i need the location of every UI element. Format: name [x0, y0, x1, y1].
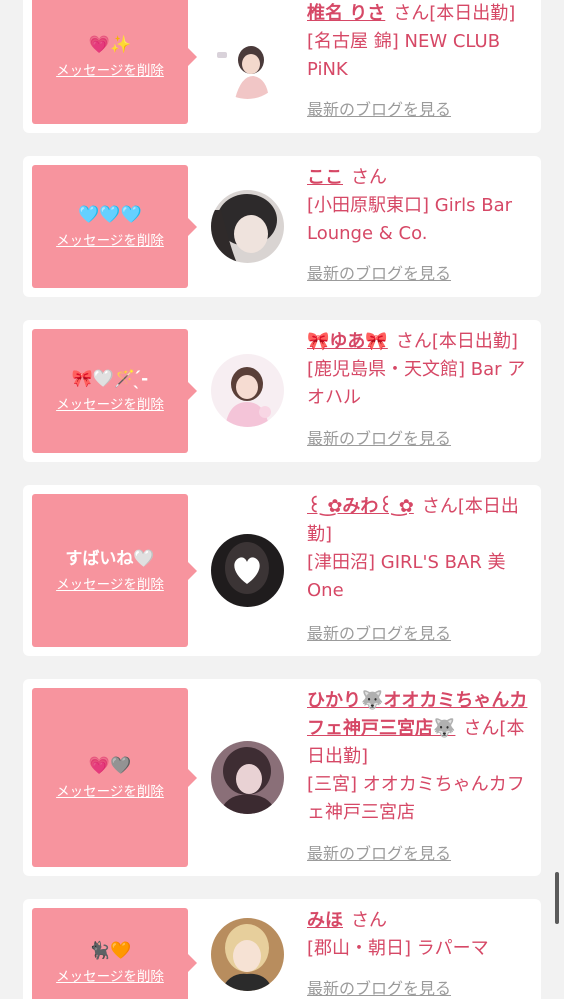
latest-blog-link[interactable]: 最新のブログを見る [307, 844, 451, 864]
latest-blog-link[interactable]: 最新のブログを見る [307, 624, 451, 644]
san-label: さん [351, 167, 387, 188]
message-bubble: すばいね🤍 メッセージを削除 [32, 494, 197, 647]
avatar[interactable] [211, 190, 284, 263]
delete-message-link[interactable]: メッセージを削除 [56, 232, 164, 250]
san-label: さん [421, 496, 458, 517]
message-card: 💗🩶 メッセージを削除 ひかり🐺オオカミちゃんカフェ神戸三宮店🐺 さん[本日出勤]… [23, 679, 541, 876]
shop-name: [郡山・朝日] ラパーマ [307, 938, 489, 959]
latest-blog-link[interactable]: 最新のブログを見る [307, 979, 451, 999]
san-label: さん [463, 718, 500, 739]
san-label: さん [351, 910, 387, 931]
message-text: 🐈‍⬛🧡 [88, 941, 132, 961]
avatar[interactable] [211, 741, 284, 814]
status-label: [本日出勤] [431, 331, 518, 352]
message-text: 🩵🩵🩵 [78, 204, 142, 225]
message-bubble: 🐈‍⬛🧡 メッセージを削除 [32, 908, 197, 999]
san-label: さん [395, 331, 432, 352]
latest-blog-link[interactable]: 最新のブログを見る [307, 264, 451, 284]
delete-message-link[interactable]: メッセージを削除 [56, 62, 164, 80]
shop-name: [名古屋 錦] NEW CLUB PiNK [307, 31, 501, 80]
delete-message-link[interactable]: メッセージを削除 [56, 783, 164, 801]
avatar[interactable] [211, 918, 284, 991]
message-bubble: 💗🩶 メッセージを削除 [32, 688, 197, 867]
message-card: 💗✨ メッセージを削除 椎名 りさ さん[本日出勤] [名古屋 錦] NEW CL… [23, 0, 541, 133]
shop-name: [津田沼] GIRL'S BAR 美One [307, 552, 506, 601]
message-card: すばいね🤍 メッセージを削除 ꒰ ͜✿みわ꒰ ͜✿ さん[本日出勤] [津田沼] … [23, 485, 541, 656]
shop-name: [三宮] オオカミちゃんカフェ神戸三宮店 [307, 774, 525, 823]
shop-name: [鹿児島県・天文館] Bar アオハル [307, 359, 526, 408]
status-label: [本日出勤] [429, 3, 516, 24]
message-bubble: 💗✨ メッセージを削除 [32, 0, 197, 124]
message-text: 🎀🤍🪄 ̖́- [71, 369, 149, 389]
latest-blog-link[interactable]: 最新のブログを見る [307, 100, 451, 120]
message-text: 💗🩶 [88, 755, 132, 776]
delete-message-link[interactable]: メッセージを削除 [56, 968, 164, 986]
message-bubble: 🎀🤍🪄 ̖́- メッセージを削除 [32, 329, 197, 453]
avatar[interactable] [211, 26, 284, 99]
cast-info: みほ さん [郡山・朝日] ラパーマ [307, 907, 535, 963]
cast-name-link[interactable]: ここ [307, 167, 343, 188]
cast-name-link[interactable]: 椎名 りさ [307, 3, 385, 24]
san-label: さん [393, 3, 430, 24]
delete-message-link[interactable]: メッセージを削除 [56, 396, 164, 414]
cast-info: ひかり🐺オオカミちゃんカフェ神戸三宮店🐺 さん[本日出勤] [三宮] オオカミちゃ… [307, 687, 535, 827]
avatar[interactable] [211, 354, 284, 427]
message-card: 🎀🤍🪄 ̖́- メッセージを削除 🎀ゆあ🎀 さん[本日出勤] [鹿児島県・天文館]… [23, 320, 541, 462]
cast-info: ꒰ ͜✿みわ꒰ ͜✿ さん[本日出勤] [津田沼] GIRL'S BAR 美One [307, 493, 535, 605]
shop-name: [小田原駅東口] Girls Bar Lounge & Co. [307, 195, 512, 244]
message-bubble: 🩵🩵🩵 メッセージを削除 [32, 165, 197, 288]
cast-info: ここ さん [小田原駅東口] Girls Bar Lounge & Co. [307, 164, 535, 248]
avatar[interactable] [211, 534, 284, 607]
latest-blog-link[interactable]: 最新のブログを見る [307, 429, 451, 449]
message-card: 🐈‍⬛🧡 メッセージを削除 みほ さん [郡山・朝日] ラパーマ 最新のブログを見… [23, 899, 541, 999]
message-card: 🩵🩵🩵 メッセージを削除 ここ さん [小田原駅東口] Girls Bar Lou… [23, 156, 541, 297]
cast-name-link[interactable]: 🎀ゆあ🎀 [307, 331, 388, 352]
message-text: 💗✨ [88, 35, 132, 55]
cast-info: 椎名 りさ さん[本日出勤] [名古屋 錦] NEW CLUB PiNK [307, 0, 535, 84]
cast-name-link[interactable]: みほ [307, 910, 343, 931]
cast-info: 🎀ゆあ🎀 さん[本日出勤] [鹿児島県・天文館] Bar アオハル [307, 328, 535, 412]
message-text: すばいね🤍 [65, 548, 155, 569]
delete-message-link[interactable]: メッセージを削除 [56, 576, 164, 594]
scrollbar[interactable] [555, 872, 559, 924]
cast-name-link[interactable]: ꒰ ͜✿みわ꒰ ͜✿ [307, 496, 414, 517]
